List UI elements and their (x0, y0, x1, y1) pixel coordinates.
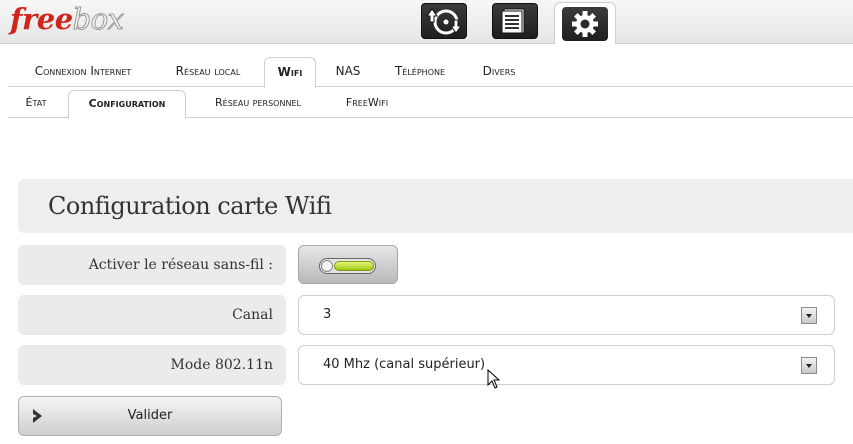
valider-label: Valider (127, 408, 173, 423)
subtab-reseau-personnel[interactable]: Réseau personnel (196, 90, 320, 118)
subtab-configuration[interactable]: Configuration (68, 90, 186, 119)
sub-tabs: État Configuration Réseau personnel Free… (8, 90, 853, 119)
tab-divers[interactable]: Divers (468, 57, 530, 87)
download-icon (426, 8, 462, 35)
settings-app-button[interactable] (554, 2, 616, 44)
canal-select[interactable]: 3 (298, 295, 835, 335)
tab-wifi[interactable]: Wifi (264, 57, 316, 88)
dropdown-arrow-icon[interactable] (801, 307, 817, 324)
toggle-on-indicator (334, 261, 374, 271)
canal-label: Canal (18, 295, 286, 335)
downloads-app-button[interactable] (421, 3, 467, 39)
subtab-etat[interactable]: État (12, 90, 60, 118)
mode-label: Mode 802.11n (18, 345, 286, 385)
tab-reseau-local[interactable]: Réseau local (160, 57, 256, 87)
valider-button[interactable]: Valider (18, 396, 282, 436)
enable-wifi-toggle[interactable] (298, 245, 398, 284)
enable-wifi-label: Activer le réseau sans-fil : (18, 245, 286, 285)
freebox-logo[interactable]: free box (10, 2, 125, 38)
mode-select-value: 40 Mhz (canal supérieur) (323, 357, 486, 372)
mode-select[interactable]: 40 Mhz (canal supérieur) (298, 345, 835, 385)
files-icon (501, 8, 525, 34)
dropdown-arrow-icon[interactable] (801, 357, 817, 374)
canal-select-value: 3 (323, 307, 332, 322)
logo-box-text: box (72, 2, 124, 37)
toggle-knob (321, 260, 333, 272)
tab-connexion-internet[interactable]: Connexion Internet (12, 57, 154, 87)
tab-telephone[interactable]: Téléphone (382, 57, 458, 87)
top-bar: free box (0, 0, 853, 44)
tab-nas[interactable]: NAS (326, 57, 370, 87)
logo-free-text: free (10, 2, 73, 36)
toggle-track (319, 258, 376, 274)
subtab-freewifi[interactable]: FreeWifi (330, 90, 404, 118)
panel-header: Configuration carte Wifi (18, 179, 853, 233)
gear-icon (572, 10, 598, 37)
mouse-cursor-icon (487, 369, 501, 389)
panel-title: Configuration carte Wifi (48, 192, 332, 220)
main-tabs: Connexion Internet Réseau local Wifi NAS… (8, 57, 853, 88)
files-app-button[interactable] (492, 3, 538, 39)
